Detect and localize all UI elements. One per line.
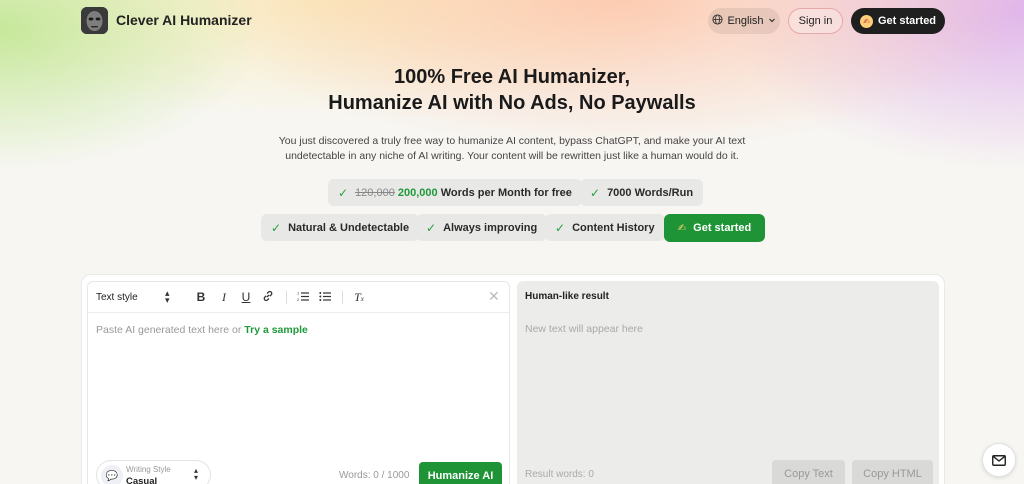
feature-improving-label: Always improving — [443, 221, 538, 234]
writing-style-label: Writing Style — [126, 465, 171, 474]
text-style-select[interactable]: Text style — [96, 292, 138, 303]
cta-get-started-button[interactable]: ✍ Get started — [664, 214, 765, 242]
feature-natural-label: Natural & Undetectable — [288, 221, 410, 234]
editor-toolbar: Text style ▴ ▾ B I U 12 Tx ✕ — [88, 282, 509, 313]
check-icon: ✓ — [338, 185, 349, 200]
words-suffix: Words per Month for free — [440, 186, 572, 199]
get-started-button[interactable]: ✍ Get started — [851, 8, 945, 34]
copy-text-button[interactable]: Copy Text — [772, 460, 845, 484]
underline-icon[interactable]: U — [239, 290, 253, 304]
robot-face-icon[interactable] — [81, 7, 108, 34]
input-area[interactable]: Paste AI generated text here or Try a sa… — [96, 324, 308, 336]
title-line-1: 100% Free AI Humanizer, — [393, 66, 631, 88]
chevron-down-icon — [768, 15, 776, 27]
svg-text:1: 1 — [297, 291, 300, 296]
cta-label: Get started — [693, 222, 752, 234]
bold-icon[interactable]: B — [194, 290, 208, 304]
feature-improving: ✓ Always improving — [416, 214, 548, 241]
writing-hand-icon: ✍ — [677, 222, 687, 234]
check-icon: ✓ — [426, 220, 437, 235]
writing-style-value: Casual — [126, 476, 158, 484]
copy-html-button[interactable]: Copy HTML — [852, 460, 933, 484]
new-word-limit: 200,000 — [397, 186, 438, 199]
feature-words-per-run: ✓ 7000 Words/Run — [580, 179, 704, 206]
result-placeholder: New text will appear here — [525, 323, 643, 335]
svg-text:2: 2 — [297, 297, 300, 302]
feature-history: ✓ Content History — [545, 214, 665, 241]
language-label: English — [727, 15, 764, 27]
page-title: 100% Free AI Humanizer, Humanize AI with… — [0, 64, 1024, 116]
globe-icon — [712, 14, 723, 28]
chat-bubble-icon: 💬 — [101, 465, 123, 484]
check-icon: ✓ — [555, 220, 566, 235]
language-selector[interactable]: English — [708, 8, 780, 34]
check-icon: ✓ — [590, 185, 601, 200]
mail-icon[interactable] — [982, 443, 1016, 477]
title-line-2: Humanize AI with No Ads, No Paywalls — [328, 92, 696, 114]
result-word-count: Result words: 0 — [525, 469, 594, 480]
select-arrows-icon[interactable]: ▴ ▾ — [165, 289, 170, 305]
top-nav: Clever AI Humanizer English Sign in ✍ Ge… — [0, 0, 1024, 42]
input-word-count: Words: 0 / 1000 — [339, 470, 410, 481]
check-icon: ✓ — [271, 220, 282, 235]
fire-icon: ✍ — [859, 14, 873, 28]
feature-per-run-label: 7000 Words/Run — [607, 186, 694, 199]
old-word-limit: 120,000 — [355, 186, 395, 199]
clear-format-icon[interactable]: Tx — [352, 290, 366, 305]
get-started-label: Get started — [877, 15, 937, 27]
brand-name[interactable]: Clever AI Humanizer — [116, 12, 252, 28]
link-icon[interactable] — [261, 290, 275, 305]
humanize-button[interactable]: Humanize AI — [419, 462, 502, 484]
toolbar-divider — [286, 291, 287, 304]
input-placeholder: Paste AI generated text here or — [96, 324, 242, 336]
italic-icon[interactable]: I — [217, 290, 231, 305]
result-title: Human-like result — [525, 291, 609, 302]
try-sample-link[interactable]: Try a sample — [244, 324, 308, 336]
writing-style-select[interactable]: 💬 Writing Style Casual ▴ ▾ — [96, 460, 211, 484]
signin-button[interactable]: Sign in — [788, 8, 843, 34]
feature-words-per-month: ✓ 120,000 200,000 Words per Month for fr… — [328, 179, 582, 206]
ordered-list-icon[interactable]: 12 — [296, 290, 310, 305]
toolbar-divider — [342, 291, 343, 304]
feature-natural: ✓ Natural & Undetectable — [261, 214, 420, 241]
input-editor: Text style ▴ ▾ B I U 12 Tx ✕ Paste AI gen… — [87, 281, 510, 484]
feature-history-label: Content History — [572, 221, 655, 234]
close-icon[interactable]: ✕ — [488, 288, 500, 305]
hero-description: You just discovered a truly free way to … — [278, 135, 746, 162]
select-arrows-icon: ▴ ▾ — [194, 466, 199, 482]
bullet-list-icon[interactable] — [318, 290, 332, 305]
result-panel: Human-like result New text will appear h… — [517, 281, 939, 484]
feature-words-text: 120,000 200,000 Words per Month for free — [355, 187, 572, 199]
